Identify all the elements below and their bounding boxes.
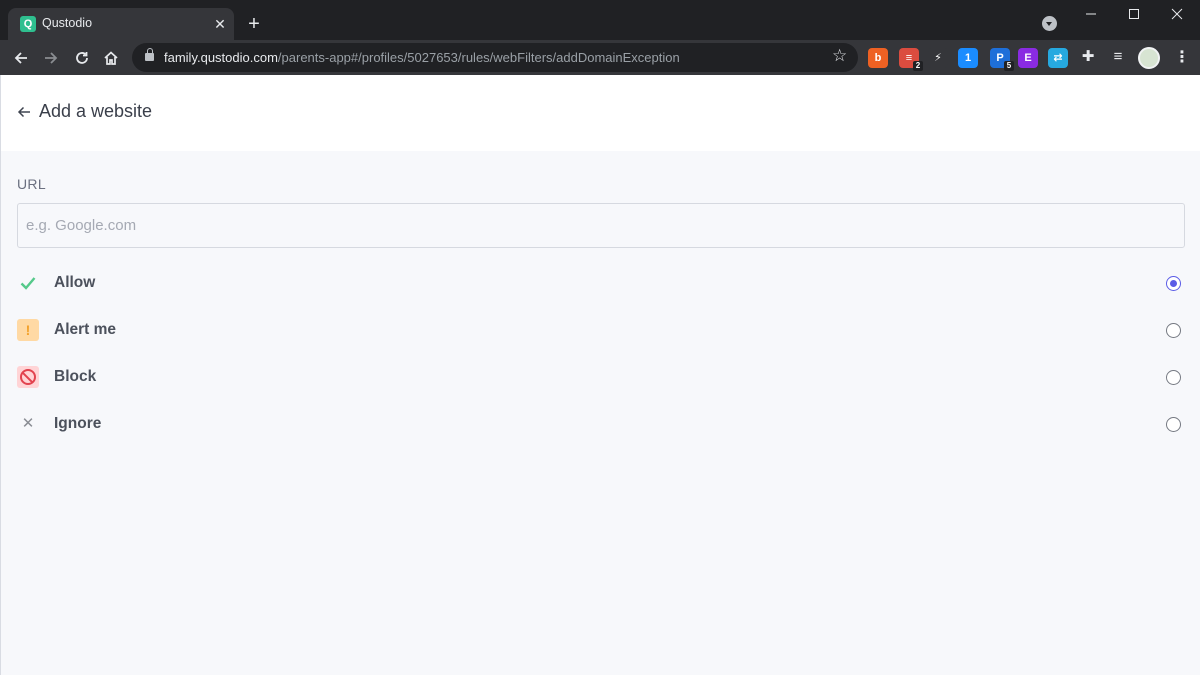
minimize-window-button[interactable]: [1069, 0, 1113, 30]
extensions-puzzle-icon[interactable]: ✚: [1078, 47, 1098, 67]
lightning-extension-icon[interactable]: ⚡: [928, 48, 948, 68]
exclamation-icon: !: [17, 319, 39, 341]
todoist-extension-icon[interactable]: ≡ 2: [899, 48, 923, 71]
page-header: Add a website: [1, 75, 1200, 151]
extension-badge: 5: [1004, 61, 1014, 71]
option-ignore-label: Ignore: [54, 415, 102, 432]
check-icon: [17, 272, 39, 294]
new-tab-button[interactable]: +: [243, 13, 265, 35]
option-block-label: Block: [54, 368, 97, 385]
radio-allow[interactable]: [1166, 276, 1181, 291]
url-path: /parents-app#/profiles/5027653/rules/web…: [277, 50, 680, 65]
back-arrow-icon[interactable]: [15, 101, 33, 123]
page-title: Add a website: [39, 101, 153, 121]
forward-button[interactable]: [38, 45, 64, 71]
minimize-icon: [1086, 13, 1096, 15]
reload-icon: [76, 52, 88, 64]
pushbullet-extension-icon[interactable]: P5: [990, 48, 1014, 71]
option-allow-label: Allow: [54, 274, 96, 291]
link-extension-icon[interactable]: ⇄: [1048, 48, 1068, 68]
arrow-left-icon: [14, 52, 27, 64]
address-bar[interactable]: family.qustodio.com/parents-app#/profile…: [132, 43, 858, 72]
radio-ignore[interactable]: [1166, 417, 1181, 432]
home-icon: [104, 51, 118, 65]
option-alert[interactable]: ! Alert me: [1, 310, 1200, 350]
browser-menu-icon[interactable]: ⋮: [1174, 47, 1190, 69]
close-window-button[interactable]: [1155, 0, 1199, 30]
x-icon: ✕: [21, 415, 35, 432]
home-button[interactable]: [98, 45, 124, 71]
bookmark-star-icon[interactable]: ☆: [832, 46, 847, 66]
close-tab-icon[interactable]: ✕: [210, 14, 230, 34]
url-host: family.qustodio.com: [164, 50, 278, 65]
maximize-icon: [1129, 9, 1139, 19]
block-icon: [17, 366, 39, 388]
profile-avatar[interactable]: [1138, 47, 1160, 69]
tab-title: Qustodio: [42, 16, 93, 30]
lock-icon[interactable]: [145, 48, 154, 61]
browser-tab-bar: Q Qustodio ✕ +: [0, 0, 1200, 40]
radio-block[interactable]: [1166, 370, 1181, 385]
option-ignore[interactable]: ✕ Ignore: [1, 404, 1200, 444]
extension-badge: 2: [913, 61, 923, 71]
page-content: Add a website URL Allow ! Alert me Block…: [0, 75, 1200, 675]
reload-button[interactable]: [69, 45, 95, 71]
url-input[interactable]: [17, 203, 1185, 248]
close-icon: [1171, 8, 1183, 20]
url-label: URL: [17, 176, 46, 192]
back-button[interactable]: [8, 45, 34, 71]
option-alert-label: Alert me: [54, 321, 117, 338]
option-allow[interactable]: Allow: [1, 263, 1200, 303]
tab-search-icon[interactable]: [1042, 16, 1057, 31]
1password-extension-icon[interactable]: 1: [958, 48, 978, 68]
bitly-extension-icon[interactable]: b: [868, 48, 888, 68]
radio-alert[interactable]: [1166, 323, 1181, 338]
qustodio-favicon-icon: Q: [20, 16, 36, 32]
e-extension-icon[interactable]: E: [1018, 48, 1038, 68]
url-text[interactable]: family.qustodio.com/parents-app#/profile…: [164, 50, 680, 65]
option-block[interactable]: Block: [1, 357, 1200, 397]
maximize-window-button[interactable]: [1112, 0, 1156, 30]
browser-tab[interactable]: Q Qustodio ✕: [8, 8, 234, 40]
arrow-right-icon: [45, 52, 58, 64]
reading-list-icon[interactable]: ≡: [1108, 47, 1128, 67]
